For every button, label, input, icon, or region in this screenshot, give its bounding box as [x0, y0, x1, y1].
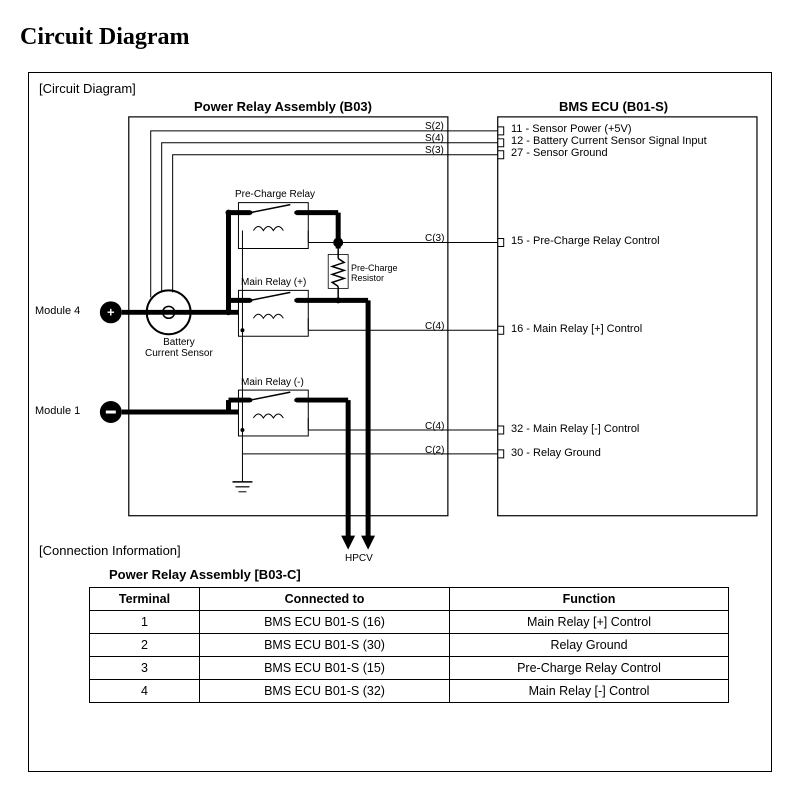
wire-s2: S(2) — [425, 121, 444, 132]
svg-text:+: + — [107, 304, 115, 319]
cell-function: Relay Ground — [450, 634, 729, 657]
table-row: 3 BMS ECU B01-S (15) Pre-Charge Relay Co… — [90, 657, 729, 680]
connection-table: Terminal Connected to Function 1 BMS ECU… — [89, 587, 729, 703]
main-relay-minus-label: Main Relay (-) — [241, 377, 304, 388]
hpcv-label: HPCV — [345, 553, 373, 564]
pra-box — [129, 117, 448, 516]
pin-16: 16 - Main Relay [+] Control — [511, 323, 642, 335]
main-relay-plus-label: Main Relay (+) — [241, 277, 306, 288]
main-relay-minus-box — [238, 390, 308, 436]
module4-label: Module 4 — [35, 305, 80, 317]
page-title: Circuit Diagram — [0, 0, 800, 61]
pre-charge-relay-box — [238, 203, 308, 249]
cell-terminal: 1 — [90, 611, 200, 634]
main-relay-plus-box — [238, 290, 308, 336]
pre-charge-relay-label: Pre-Charge Relay — [235, 189, 315, 200]
pin-15: 15 - Pre-Charge Relay Control — [511, 235, 660, 247]
th-connected: Connected to — [200, 588, 450, 611]
wire-c4b: C(4) — [425, 421, 444, 432]
conn-table-title: Power Relay Assembly [B03-C] — [109, 567, 301, 582]
cell-function: Pre-Charge Relay Control — [450, 657, 729, 680]
module1-label: Module 1 — [35, 405, 80, 417]
cell-connected: BMS ECU B01-S (30) — [200, 634, 450, 657]
pre-charge-resistor-label: Pre-Charge Resistor — [351, 263, 398, 283]
wire-s4: S(4) — [425, 133, 444, 144]
battery-current-sensor-label: Battery Current Sensor — [145, 337, 213, 359]
wire-c2: C(2) — [425, 445, 444, 456]
cell-terminal: 3 — [90, 657, 200, 680]
th-terminal: Terminal — [90, 588, 200, 611]
cell-connected: BMS ECU B01-S (15) — [200, 657, 450, 680]
table-row: 1 BMS ECU B01-S (16) Main Relay [+] Cont… — [90, 611, 729, 634]
pin-32: 32 - Main Relay [-] Control — [511, 423, 639, 435]
pin-11: 11 - Sensor Power (+5V) — [511, 123, 632, 135]
wire-s3: S(3) — [425, 145, 444, 156]
pre-charge-resistor-symbol — [332, 258, 344, 286]
cell-terminal: 4 — [90, 680, 200, 703]
cell-connected: BMS ECU B01-S (32) — [200, 680, 450, 703]
table-row: 2 BMS ECU B01-S (30) Relay Ground — [90, 634, 729, 657]
table-header-row: Terminal Connected to Function — [90, 588, 729, 611]
pin-12: 12 - Battery Current Sensor Signal Input — [511, 135, 707, 147]
cell-function: Main Relay [+] Control — [450, 611, 729, 634]
wire-c3: C(3) — [425, 233, 444, 244]
table-row: 4 BMS ECU B01-S (32) Main Relay [-] Cont… — [90, 680, 729, 703]
pin-27: 27 - Sensor Ground — [511, 147, 608, 159]
cell-function: Main Relay [-] Control — [450, 680, 729, 703]
cell-terminal: 2 — [90, 634, 200, 657]
outer-frame: [Circuit Diagram] Power Relay Assembly (… — [28, 72, 772, 772]
cell-connected: BMS ECU B01-S (16) — [200, 611, 450, 634]
th-function: Function — [450, 588, 729, 611]
wire-c4a: C(4) — [425, 321, 444, 332]
section-connection-info-label: [Connection Information] — [39, 543, 181, 558]
pin-30: 30 - Relay Ground — [511, 447, 601, 459]
